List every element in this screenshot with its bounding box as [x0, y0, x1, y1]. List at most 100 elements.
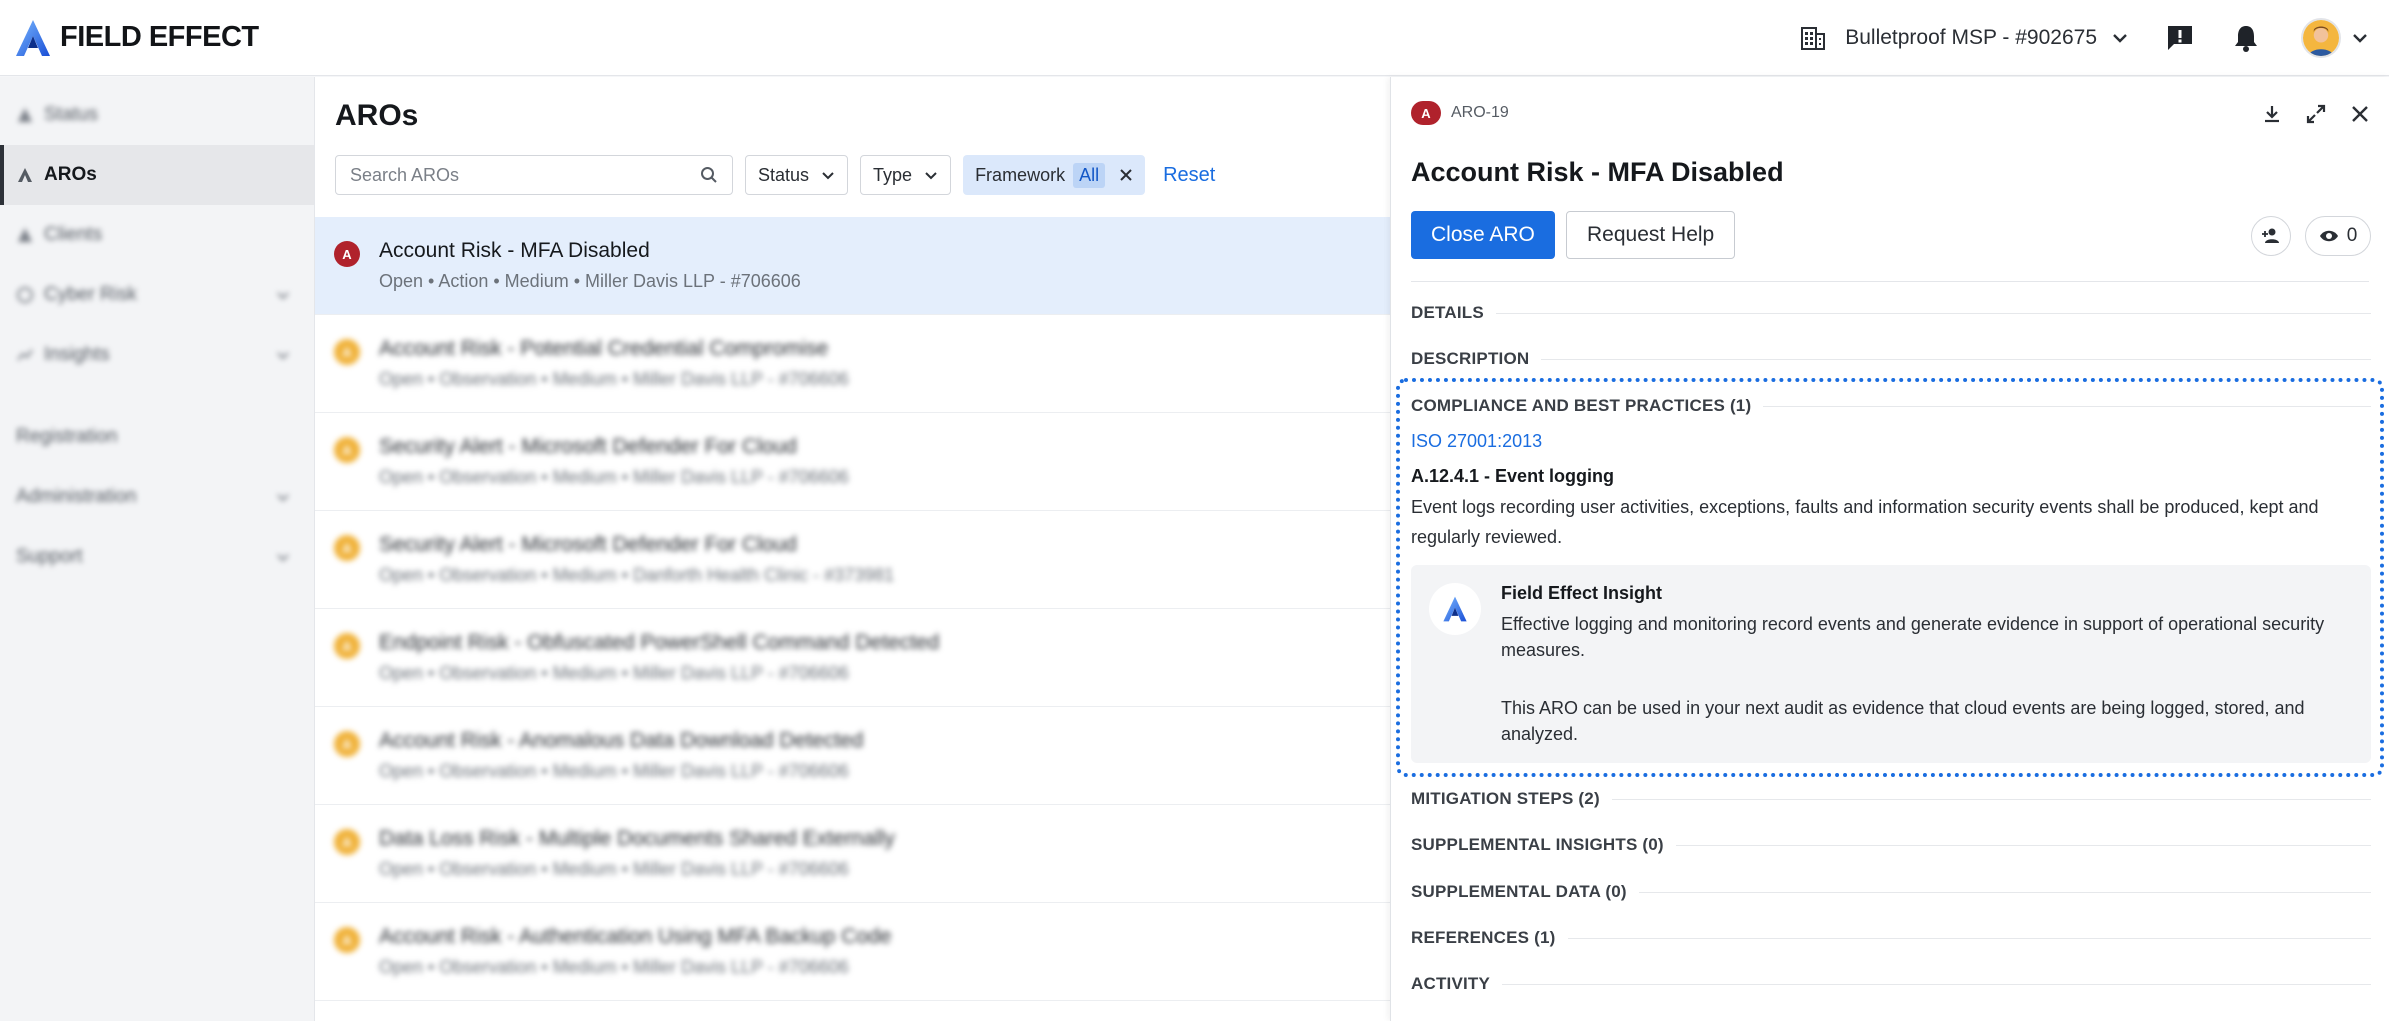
chevron-down-icon: [277, 554, 289, 562]
watchers-count: 0: [2346, 225, 2358, 246]
aro-meta: Open • Observation • Medium • Miller Dav…: [379, 369, 849, 389]
user-avatar[interactable]: [2301, 17, 2341, 58]
aro-list-item[interactable]: A Account Risk - Authentication Using MF…: [315, 903, 1390, 1001]
org-switcher[interactable]: Bulletproof MSP - #902675: [1845, 26, 2097, 50]
aro-meta: Open • Action • Medium • Miller Davis LL…: [379, 271, 801, 291]
section-label: DETAILS: [1411, 303, 1484, 322]
aro-list-item[interactable]: A Endpoint Risk - Obfuscated PowerShell …: [315, 609, 1390, 707]
aro-badge: A: [1411, 101, 1441, 125]
assign-user-button[interactable]: [2251, 216, 2291, 256]
aro-badge: A: [334, 437, 360, 463]
logo-text: FIELD EFFECT: [60, 21, 259, 53]
close-icon[interactable]: [2349, 103, 2371, 125]
status-filter-label: Status: [758, 164, 810, 185]
section-mitigation-steps[interactable]: MITIGATION STEPS (2): [1411, 789, 2371, 809]
sidebar-item-label: AROs: [44, 164, 97, 185]
sidebar-item-registration[interactable]: Registration: [0, 407, 314, 467]
type-filter-dropdown[interactable]: Type: [860, 155, 952, 195]
sidebar-item-support[interactable]: Support: [0, 527, 314, 587]
aro-badge: A: [334, 731, 360, 757]
reset-filters-link[interactable]: Reset: [1163, 164, 1215, 187]
logo[interactable]: FIELD EFFECT: [14, 18, 259, 58]
chevron-down-icon[interactable]: [2111, 29, 2129, 47]
sidebar-item-status[interactable]: Status: [0, 85, 314, 145]
sidebar-item-label: Insights: [44, 344, 110, 365]
aro-list-pane: AROs Status Type Framework All Reset A A…: [315, 77, 1390, 1021]
sidebar-item-insights[interactable]: Insights: [0, 325, 314, 385]
eye-icon: [2319, 230, 2338, 242]
building-icon: [1801, 26, 1826, 50]
aro-meta: Open • Observation • Medium • Miller Dav…: [379, 467, 849, 487]
aro-meta: Open • Observation • Medium • Danforth H…: [379, 565, 895, 585]
chevron-down-icon: [277, 292, 289, 300]
aro-list-item[interactable]: A Account Risk - Anomalous Data Download…: [315, 707, 1390, 805]
aro-list-item[interactable]: A Account Risk - Potential Credential Co…: [315, 315, 1390, 413]
section-details[interactable]: DETAILS: [1411, 303, 2371, 323]
search-input[interactable]: [350, 164, 700, 186]
request-help-button[interactable]: Request Help: [1566, 211, 1736, 259]
aro-list-item[interactable]: A Data Loss Risk - Multiple Documents Sh…: [315, 805, 1390, 903]
filter-bar: Status Type Framework All Reset: [335, 155, 1215, 195]
aro-title: Data Loss Risk - Multiple Documents Shar…: [379, 827, 895, 850]
section-label: ACTIVITY: [1411, 974, 1491, 993]
aro-badge: A: [334, 633, 360, 659]
chevron-down-icon[interactable]: [2351, 29, 2369, 47]
expand-icon[interactable]: [2305, 103, 2327, 125]
aro-title: Security Alert - Microsoft Defender For …: [379, 435, 797, 458]
aro-badge: A: [334, 535, 360, 561]
divider: [1411, 281, 2369, 282]
sidebar-item-cyber-risk[interactable]: Cyber Risk: [0, 265, 314, 325]
aro-list: A Account Risk - MFA Disabled Open • Act…: [315, 217, 1390, 1001]
aro-detail-title: Account Risk - MFA Disabled: [1411, 157, 1784, 187]
watchers-button[interactable]: 0: [2305, 216, 2371, 256]
type-filter-label: Type: [873, 164, 913, 185]
section-references[interactable]: REFERENCES (1): [1411, 928, 2371, 948]
section-label: DESCRIPTION: [1411, 349, 1530, 368]
aro-badge: A: [334, 339, 360, 365]
section-label: REFERENCES (1): [1411, 928, 1556, 947]
aro-badge: A: [334, 241, 360, 267]
notifications-bell-icon[interactable]: [2231, 23, 2261, 53]
aro-list-item[interactable]: A Security Alert - Microsoft Defender Fo…: [315, 511, 1390, 609]
sidebar-item-label: Cyber Risk: [44, 284, 137, 305]
framework-filter-label: Framework: [975, 164, 1066, 185]
aro-title: Security Alert - Microsoft Defender For …: [379, 533, 797, 556]
field-effect-logo-icon: [16, 19, 50, 56]
close-aro-button[interactable]: Close ARO: [1411, 211, 1555, 259]
section-supplemental-insights[interactable]: SUPPLEMENTAL INSIGHTS (0): [1411, 835, 2371, 855]
search-icon[interactable]: [700, 166, 718, 184]
add-user-icon: [2262, 228, 2279, 243]
aro-badge: A: [334, 927, 360, 953]
aro-badge: A: [334, 829, 360, 855]
section-description[interactable]: DESCRIPTION: [1411, 349, 2371, 369]
chevron-down-icon: [277, 352, 289, 360]
aro-title: Account Risk - Anomalous Data Download D…: [379, 729, 864, 752]
sidebar-item-label: Clients: [44, 224, 103, 245]
section-label: SUPPLEMENTAL INSIGHTS (0): [1411, 835, 1664, 854]
highlight-outline: [1396, 378, 2384, 777]
sidebar-item-label: Support: [16, 546, 83, 567]
aro-id: ARO-19: [1451, 104, 1509, 121]
feedback-icon[interactable]: [2165, 23, 2195, 53]
close-icon[interactable]: [1119, 168, 1133, 182]
sidebar-item-administration[interactable]: Administration: [0, 467, 314, 527]
top-bar: FIELD EFFECT Bulletproof MSP - #902675: [0, 0, 2389, 76]
chevron-down-icon: [925, 172, 937, 180]
sidebar-item-clients[interactable]: Clients: [0, 205, 314, 265]
status-icon: [18, 108, 32, 122]
aro-detail-pane: A ARO-19 Account Risk - MFA Disabled Clo…: [1390, 77, 2389, 1021]
page-title: AROs: [335, 99, 419, 132]
framework-filter-chip[interactable]: Framework All: [963, 155, 1146, 195]
aro-meta: Open • Observation • Medium • Miller Dav…: [379, 761, 849, 781]
aro-list-item-selected[interactable]: A Account Risk - MFA Disabled Open • Act…: [315, 217, 1390, 315]
download-icon[interactable]: [2261, 103, 2283, 125]
avatar-image: [2303, 19, 2339, 56]
status-filter-dropdown[interactable]: Status: [745, 155, 849, 195]
section-activity[interactable]: ACTIVITY: [1411, 974, 2371, 994]
sidebar-item-aros[interactable]: AROs: [0, 145, 314, 205]
section-supplemental-data[interactable]: SUPPLEMENTAL DATA (0): [1411, 882, 2371, 902]
aro-icon: [18, 168, 32, 182]
search-box[interactable]: [335, 155, 733, 195]
aro-list-item[interactable]: A Security Alert - Microsoft Defender Fo…: [315, 413, 1390, 511]
sidebar-item-label: Registration: [16, 426, 118, 447]
